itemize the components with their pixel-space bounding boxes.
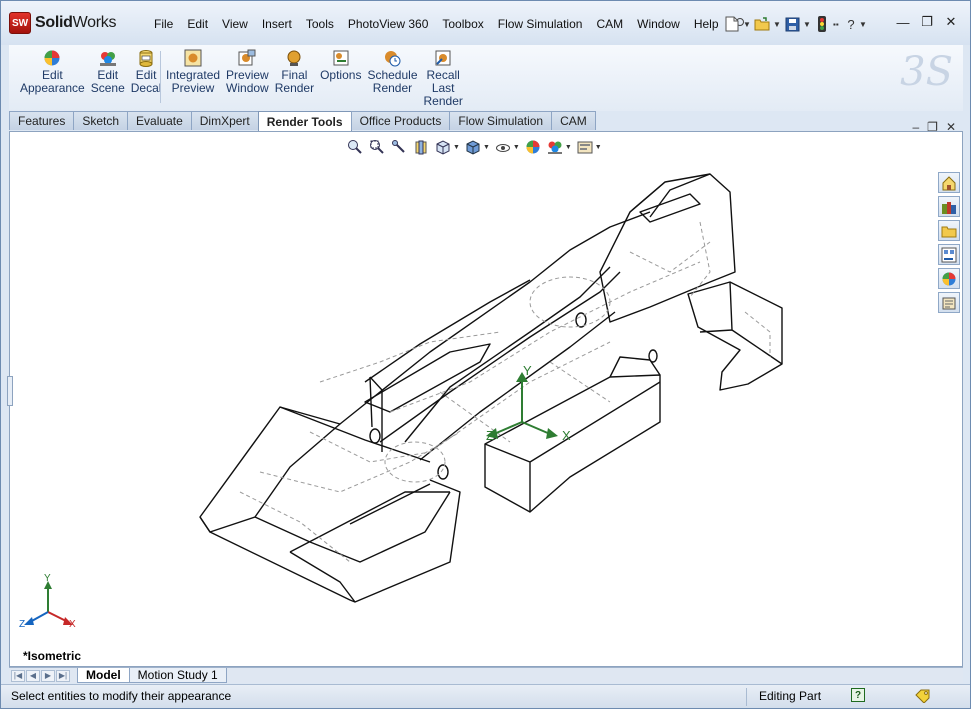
tab-office-products[interactable]: Office Products: [350, 111, 451, 130]
edit-scene-line2: Scene: [90, 81, 125, 95]
rebuild-traffic-light-icon[interactable]: [813, 14, 831, 34]
menu-toolbox[interactable]: Toolbox: [435, 15, 490, 34]
integrated-preview-line2: Preview: [171, 81, 215, 95]
tab-motion-study-1[interactable]: Motion Study 1: [128, 668, 227, 683]
options-button[interactable]: Options: [317, 49, 364, 108]
edit-appearance-line2: Appearance: [20, 81, 85, 95]
center-triad-y-label: Y: [523, 363, 532, 378]
options-dropdown-icon[interactable]: ▪▪: [833, 20, 843, 29]
menu-tools[interactable]: Tools: [299, 15, 341, 34]
edit-appearance-button[interactable]: Edit Appearance: [17, 49, 88, 95]
title-menu-bar: SW SolidWorks File Edit View Insert Tool…: [1, 1, 970, 45]
corner-triad-z-label: Z: [19, 619, 25, 630]
tab-features[interactable]: Features: [9, 111, 75, 130]
decal-icon: [137, 49, 155, 67]
menu-photoview[interactable]: PhotoView 360: [341, 15, 436, 34]
prev-tab-icon[interactable]: ◀: [26, 669, 40, 682]
options-line1: Options: [320, 68, 362, 82]
schedule-render-line2: Render: [372, 81, 413, 95]
integrated-preview-button[interactable]: Integrated Preview: [163, 49, 223, 108]
final-render-icon: [285, 49, 303, 67]
last-tab-icon[interactable]: ▶|: [56, 669, 70, 682]
next-tab-icon[interactable]: ▶: [41, 669, 55, 682]
open-dropdown-icon[interactable]: ▼: [773, 20, 781, 29]
menu-edit[interactable]: Edit: [180, 15, 215, 34]
minimize-icon[interactable]: —: [894, 13, 912, 31]
menu-file[interactable]: File: [147, 15, 180, 34]
status-editing-mode: Editing Part: [746, 688, 842, 706]
corner-triad-x-label: X: [69, 619, 76, 630]
menu-flow-simulation[interactable]: Flow Simulation: [491, 15, 590, 34]
recall-render-line3: Render: [423, 94, 463, 108]
preview-window-line2: Window: [226, 81, 269, 95]
tab-flow-simulation[interactable]: Flow Simulation: [449, 111, 553, 130]
app-name: SolidWorks: [35, 14, 116, 32]
tag-icon[interactable]: [915, 689, 931, 704]
preview-window-button[interactable]: Preview Window: [223, 49, 272, 108]
tab-cam[interactable]: CAM: [551, 111, 596, 130]
graphics-area[interactable]: – ❐ ✕ ▼ ▼ ▼ ▼ ▼ Y X Z Y X Z *Isometric: [7, 120, 963, 667]
view-orientation-label: *Isometric: [23, 649, 82, 663]
status-message: Select entities to modify their appearan…: [11, 689, 232, 703]
tab-evaluate[interactable]: Evaluate: [127, 111, 192, 130]
tab-dimxpert[interactable]: DimXpert: [190, 111, 259, 130]
tab-render-tools[interactable]: Render Tools: [257, 111, 352, 131]
sw-badge-icon: SW: [9, 12, 31, 34]
appearance-ball-icon: [43, 49, 61, 67]
app-logo[interactable]: SW SolidWorks: [9, 11, 116, 35]
tab-sketch[interactable]: Sketch: [73, 111, 129, 130]
scene-icon: [99, 49, 117, 67]
save-icon[interactable]: [783, 14, 801, 34]
integrated-preview-icon: [184, 49, 202, 67]
menu-view[interactable]: View: [215, 15, 255, 34]
race-car-model[interactable]: Y X Z Y X Z: [10, 132, 962, 666]
menu-cam[interactable]: CAM: [589, 15, 630, 34]
first-tab-icon[interactable]: |◀: [11, 669, 25, 682]
app-name-rest: Works: [72, 14, 117, 31]
center-triad: [486, 372, 558, 439]
status-bar: Select entities to modify their appearan…: [1, 684, 970, 708]
schedule-render-button[interactable]: Schedule Render: [364, 49, 420, 108]
status-help-icon[interactable]: ?: [851, 688, 865, 702]
menu-help[interactable]: Help: [687, 15, 726, 34]
new-document-icon[interactable]: [723, 14, 741, 34]
new-dropdown-icon[interactable]: ▼: [743, 20, 751, 29]
window-controls: — ❐ ✕: [894, 13, 960, 31]
edit-decal-line2: Decal: [130, 81, 162, 95]
recall-last-render-button[interactable]: Recall Last Render: [421, 49, 466, 108]
help-question-icon[interactable]: ?: [845, 14, 857, 34]
help-dropdown-icon[interactable]: ▼: [859, 20, 867, 29]
app-name-bold: Solid: [35, 14, 73, 31]
render-group: Integrated Preview Preview Window Final …: [163, 49, 466, 108]
preview-window-icon: [238, 49, 256, 67]
appearance-group: Edit Appearance Edit Scene Edit Decal: [17, 49, 164, 95]
final-render-line2: Render: [274, 81, 315, 95]
reference-triad: [24, 581, 73, 625]
restore-icon[interactable]: ❐: [918, 13, 936, 31]
center-triad-z-label: Z: [486, 428, 494, 443]
ribbon-separator: [160, 51, 161, 103]
edit-decal-button[interactable]: Edit Decal: [128, 49, 165, 95]
ds-watermark-logo: 3S: [900, 49, 953, 95]
recall-render-icon: [434, 49, 452, 67]
schedule-render-icon: [383, 49, 401, 67]
tab-model[interactable]: Model: [77, 668, 130, 683]
close-icon[interactable]: ✕: [942, 13, 960, 31]
bottom-tab-bar: |◀ ◀ ▶ ▶| Model Motion Study 1: [9, 667, 963, 683]
edit-scene-button[interactable]: Edit Scene: [88, 49, 128, 95]
open-folder-icon[interactable]: [753, 14, 771, 34]
final-render-button[interactable]: Final Render: [272, 49, 317, 108]
quick-access-toolbar: ▼ ▼ ▼ ▪▪ ? ▼: [723, 13, 867, 35]
command-manager-ribbon: Edit Appearance Edit Scene Edit Decal In…: [9, 45, 963, 111]
menu-window[interactable]: Window: [630, 15, 687, 34]
menu-bar: File Edit View Insert Tools PhotoView 36…: [147, 15, 752, 34]
command-tabs: Features Sketch Evaluate DimXpert Render…: [9, 111, 596, 131]
tab-scroll-arrows: |◀ ◀ ▶ ▶|: [11, 669, 71, 682]
corner-triad-y-label: Y: [44, 573, 51, 584]
center-triad-x-label: X: [562, 428, 571, 443]
options-icon: [332, 49, 350, 67]
solidworks-window: SW SolidWorks File Edit View Insert Tool…: [0, 0, 971, 709]
menu-insert[interactable]: Insert: [255, 15, 299, 34]
save-dropdown-icon[interactable]: ▼: [803, 20, 811, 29]
